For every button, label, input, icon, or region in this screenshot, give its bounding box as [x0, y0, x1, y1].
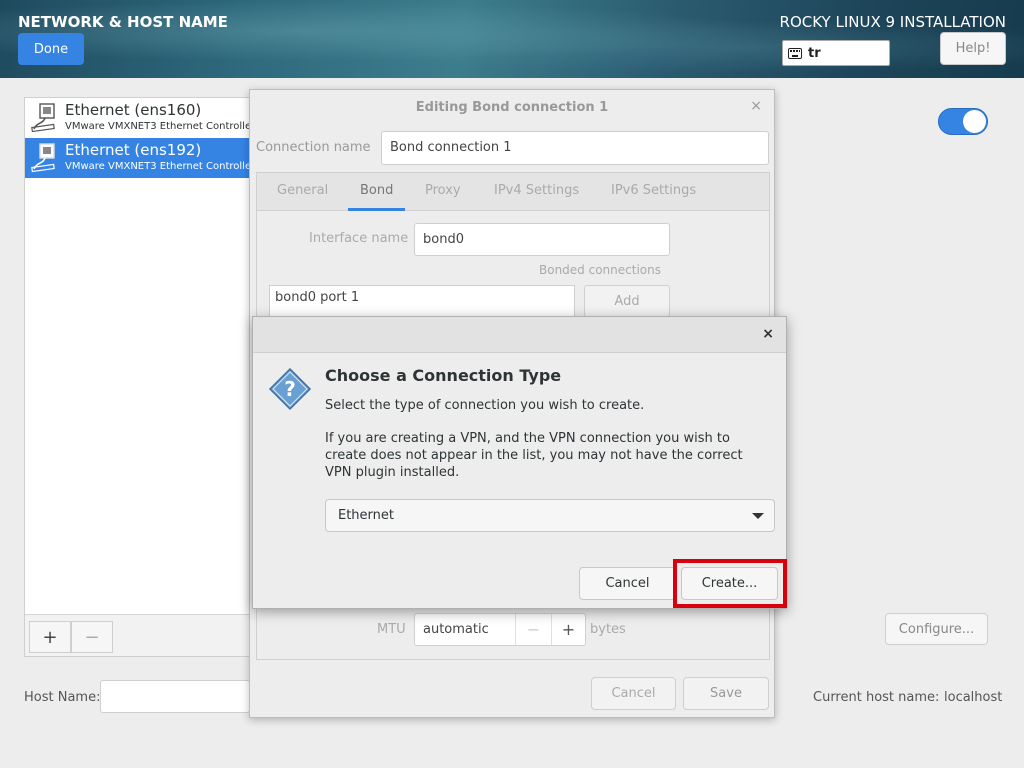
- connection-toggle[interactable]: [938, 108, 988, 135]
- mtu-label: MTU: [377, 622, 406, 637]
- connection-name-input[interactable]: Bond connection 1: [381, 131, 769, 165]
- tab-ipv6-settings[interactable]: IPv6 Settings: [611, 183, 696, 198]
- device-item-ens160[interactable]: Ethernet (ens160) VMware VMXNET3 Etherne…: [25, 98, 255, 138]
- configure-button[interactable]: Configure...: [885, 613, 988, 645]
- chevron-down-icon: [752, 513, 764, 519]
- close-icon[interactable]: ×: [750, 98, 762, 114]
- mtu-unit: bytes: [590, 622, 626, 637]
- help-button[interactable]: Help!: [940, 32, 1006, 65]
- header-banner: [0, 0, 1024, 78]
- mtu-spinbutton[interactable]: automatic − +: [414, 613, 586, 646]
- dialog-title: Editing Bond connection 1: [415, 100, 609, 115]
- keyboard-layout-text: tr: [808, 45, 821, 61]
- device-description: VMware VMXNET3 Ethernet Controller: [65, 121, 256, 132]
- device-description: VMware VMXNET3 Ethernet Controller: [65, 161, 256, 172]
- interface-name-label: Interface name: [309, 231, 409, 246]
- device-name: Ethernet (ens160): [65, 101, 202, 119]
- svg-text:?: ?: [284, 377, 296, 401]
- mtu-increment-button[interactable]: +: [551, 614, 585, 645]
- close-icon[interactable]: ×: [762, 326, 774, 342]
- current-host-name-value: localhost: [944, 690, 1003, 705]
- dialog-description: Select the type of connection you wish t…: [325, 398, 645, 413]
- create-button-highlight: [673, 559, 787, 608]
- host-name-label: Host Name:: [24, 690, 101, 705]
- bonded-connections-label: Bonded connections: [539, 263, 661, 277]
- active-tab-indicator: [348, 208, 405, 211]
- tab-proxy[interactable]: Proxy: [425, 183, 461, 198]
- tab-strip: General Bond Proxy IPv4 Settings IPv6 Se…: [257, 173, 769, 211]
- edit-save-button[interactable]: Save: [683, 677, 769, 710]
- device-item-ens192[interactable]: Ethernet (ens192) VMware VMXNET3 Etherne…: [25, 138, 255, 178]
- keyboard-icon: [788, 47, 802, 59]
- mtu-value: automatic: [423, 622, 489, 637]
- ethernet-icon: [31, 103, 55, 132]
- connection-type-select[interactable]: Ethernet: [325, 499, 775, 532]
- installation-title: ROCKY LINUX 9 INSTALLATION: [779, 13, 1006, 31]
- add-bonded-button[interactable]: Add: [584, 285, 670, 317]
- device-name: Ethernet (ens192): [65, 141, 202, 159]
- connection-name-label: Connection name: [256, 140, 371, 155]
- question-icon: ?: [268, 367, 312, 411]
- interface-name-input[interactable]: bond0: [414, 223, 670, 256]
- tab-general[interactable]: General: [277, 183, 328, 198]
- network-device-list: Ethernet (ens160) VMware VMXNET3 Etherne…: [24, 97, 256, 657]
- tab-bond[interactable]: Bond: [360, 183, 393, 198]
- vpn-note: If you are creating a VPN, and the VPN c…: [325, 431, 743, 480]
- page-title: NETWORK & HOST NAME: [18, 13, 228, 31]
- dialog-titlebar: ×: [253, 317, 786, 353]
- tab-ipv4-settings[interactable]: IPv4 Settings: [494, 183, 579, 198]
- device-list-toolbar: + −: [25, 614, 255, 656]
- mtu-decrement-button[interactable]: −: [515, 614, 551, 645]
- dialog-heading: Choose a Connection Type: [325, 366, 562, 385]
- edit-cancel-button[interactable]: Cancel: [591, 677, 676, 710]
- keyboard-layout-indicator[interactable]: tr: [782, 40, 890, 66]
- remove-device-button[interactable]: −: [71, 621, 113, 653]
- ethernet-icon: [31, 143, 55, 172]
- host-name-input[interactable]: [100, 680, 250, 713]
- done-button[interactable]: Done: [18, 33, 84, 65]
- cancel-button[interactable]: Cancel: [579, 567, 676, 600]
- selected-connection-type: Ethernet: [338, 508, 394, 523]
- current-host-name-label: Current host name:: [813, 690, 940, 705]
- add-device-button[interactable]: +: [29, 621, 71, 653]
